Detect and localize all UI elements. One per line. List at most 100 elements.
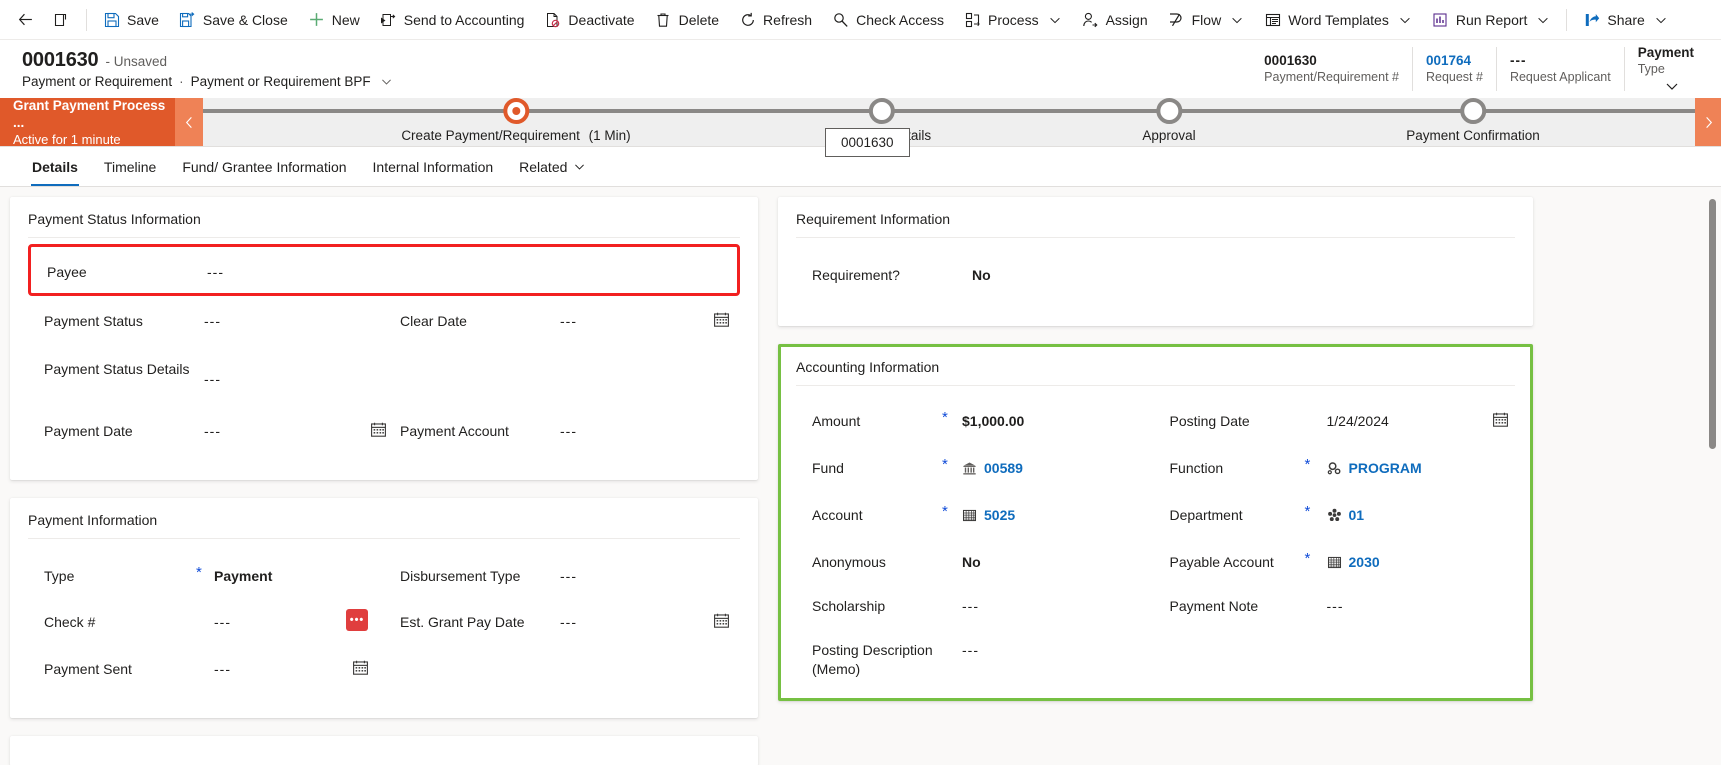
tab-related[interactable]: Related [506, 147, 600, 186]
share-label: Share [1607, 11, 1645, 28]
header-field-payment-requirement-number: 0001630 Payment/Requirement # [1251, 47, 1413, 91]
field-value-payee[interactable]: --- [207, 259, 224, 282]
chevron-down-icon[interactable] [1536, 13, 1550, 27]
field-value-amount[interactable]: $1,000.00 [962, 408, 1024, 431]
tab-fund-grantee-information[interactable]: Fund/ Grantee Information [169, 147, 359, 186]
assign-button[interactable]: Assign [1072, 3, 1158, 37]
field-value-account-container[interactable]: 5025 [962, 502, 1015, 525]
field-label-payee: Payee [47, 263, 87, 280]
header-field-request-number[interactable]: 001764 Request # [1413, 47, 1497, 91]
save-button[interactable]: Save [93, 3, 169, 37]
header-field-value[interactable]: 001764 [1426, 52, 1483, 69]
page-title: 0001630 [22, 49, 99, 71]
field-value-disbursement-type[interactable]: --- [560, 563, 577, 586]
field-value-fund[interactable]: 00589 [984, 459, 1023, 478]
field-value-department[interactable]: 01 [1349, 506, 1365, 525]
field-label-type: Type [44, 568, 75, 584]
back-button[interactable] [8, 3, 43, 37]
section-payment-information: Payment Information Type * Payment Disbu… [10, 498, 758, 718]
calendar-icon[interactable] [713, 612, 730, 629]
form-body: Payment Status Information Payee --- Pay… [0, 187, 1721, 765]
form-row: Amount * $1,000.00 Posting Date 1/24/202… [796, 408, 1515, 455]
tab-internal-information[interactable]: Internal Information [360, 147, 507, 186]
chevron-down-icon[interactable] [1654, 13, 1668, 27]
chevron-down-icon[interactable] [1664, 78, 1680, 94]
field-value-payable-account[interactable]: 2030 [1349, 553, 1380, 572]
bpf-name-label[interactable]: Payment or Requirement BPF [191, 74, 371, 89]
deactivate-button[interactable]: Deactivate [534, 3, 644, 37]
delete-button[interactable]: Delete [645, 3, 729, 37]
field-value-payment-date[interactable]: --- [204, 418, 221, 441]
field-value-payment-status[interactable]: --- [204, 308, 221, 331]
field-value-clear-date[interactable]: --- [560, 308, 577, 331]
tab-details[interactable]: Details [19, 147, 91, 186]
send-to-accounting-button[interactable]: Send to Accounting [370, 3, 535, 37]
field-label-anonymous: Anonymous [812, 554, 886, 570]
check-number-more-button[interactable]: ••• [346, 609, 368, 631]
toolbar-divider [86, 8, 87, 31]
section-title: Payment Information [28, 498, 740, 539]
bpf-stage-payment-confirmation[interactable]: Payment Confirmation [1406, 98, 1540, 143]
refresh-button[interactable]: Refresh [729, 3, 822, 37]
field-value-type[interactable]: Payment [214, 563, 272, 586]
form-row: Anonymous No Payable Account * 2030 [796, 549, 1515, 593]
field-value-fund-container[interactable]: 00589 [962, 455, 1023, 478]
field-value-anonymous[interactable]: No [962, 549, 981, 572]
toolbar-divider-right [1566, 8, 1568, 31]
bpf-stage-approval[interactable]: Approval [1142, 98, 1196, 143]
bpf-stage-node [1155, 98, 1182, 124]
form-vertical-scrollbar[interactable] [1709, 199, 1716, 759]
flow-button[interactable]: Flow [1158, 3, 1255, 37]
new-button[interactable]: New [298, 3, 370, 37]
popout-button[interactable] [43, 3, 80, 37]
header-field-type[interactable]: Payment Type [1625, 45, 1707, 94]
header-field-value: 0001630 [1264, 53, 1317, 68]
bpf-status-tag[interactable]: Grant Payment Process ... Active for 1 m… [0, 98, 175, 147]
chevron-down-icon[interactable] [1398, 13, 1412, 27]
word-templates-label: Word Templates [1288, 11, 1389, 28]
field-value-payment-sent[interactable]: --- [214, 656, 231, 679]
chevron-down-icon[interactable] [1230, 13, 1244, 27]
field-value-requirement[interactable]: No [972, 262, 991, 285]
save-and-close-button[interactable]: Save & Close [169, 3, 298, 37]
field-label-payment-sent: Payment Sent [44, 661, 132, 677]
calendar-icon[interactable] [713, 311, 730, 328]
field-label-payable-account: Payable Account [1169, 554, 1274, 570]
save-and-close-label: Save & Close [202, 11, 288, 28]
share-button[interactable]: Share [1573, 3, 1677, 37]
tab-timeline[interactable]: Timeline [91, 147, 169, 186]
command-bar: Save Save & Close New Send to Accounting… [0, 0, 1721, 40]
field-value-function[interactable]: PROGRAM [1349, 459, 1422, 478]
chevron-down-icon[interactable] [380, 75, 394, 89]
field-value-department-container[interactable]: 01 [1327, 502, 1365, 525]
calendar-icon[interactable] [1492, 411, 1509, 428]
bpf-next-stage-button[interactable] [1695, 98, 1721, 146]
send-to-accounting-label: Send to Accounting [403, 11, 525, 28]
field-value-payable-account-container[interactable]: 2030 [1327, 549, 1380, 572]
accounting-information-rows: Amount * $1,000.00 Posting Date 1/24/202… [796, 392, 1515, 685]
check-access-button[interactable]: Check Access [822, 3, 954, 37]
field-value-account[interactable]: 5025 [984, 506, 1015, 525]
bpf-stage-node [1460, 98, 1486, 124]
field-value-payment-status-details[interactable]: --- [204, 356, 221, 389]
field-value-payment-note[interactable]: --- [1327, 593, 1344, 616]
word-templates-button[interactable]: Word Templates [1254, 3, 1422, 37]
field-value-scholarship[interactable]: --- [962, 593, 979, 616]
bpf-collapse-button[interactable] [175, 98, 203, 146]
field-value-function-container[interactable]: PROGRAM [1327, 455, 1422, 478]
field-value-payment-account[interactable]: --- [560, 418, 577, 441]
run-report-button[interactable]: Run Report [1422, 3, 1561, 37]
bpf-stage-create-payment-requirement[interactable]: Create Payment/Requirement (1 Min) [401, 98, 631, 143]
calendar-icon[interactable] [352, 659, 369, 676]
delete-label: Delete [678, 11, 720, 28]
chevron-down-icon[interactable] [1048, 13, 1062, 27]
scrollbar-thumb[interactable] [1709, 199, 1716, 449]
field-value-posting-description-memo[interactable]: --- [962, 637, 979, 660]
field-value-est-grant-pay-date[interactable]: --- [560, 609, 577, 632]
field-value-posting-date[interactable]: 1/24/2024 [1327, 408, 1389, 431]
form-row: Payment Date --- Payment Account --- [28, 418, 740, 464]
field-value-check-number[interactable]: --- [214, 609, 231, 632]
payee-field-highlight[interactable]: Payee --- [28, 244, 740, 296]
chevron-down-icon[interactable] [573, 160, 587, 174]
process-button[interactable]: Process [954, 3, 1072, 37]
